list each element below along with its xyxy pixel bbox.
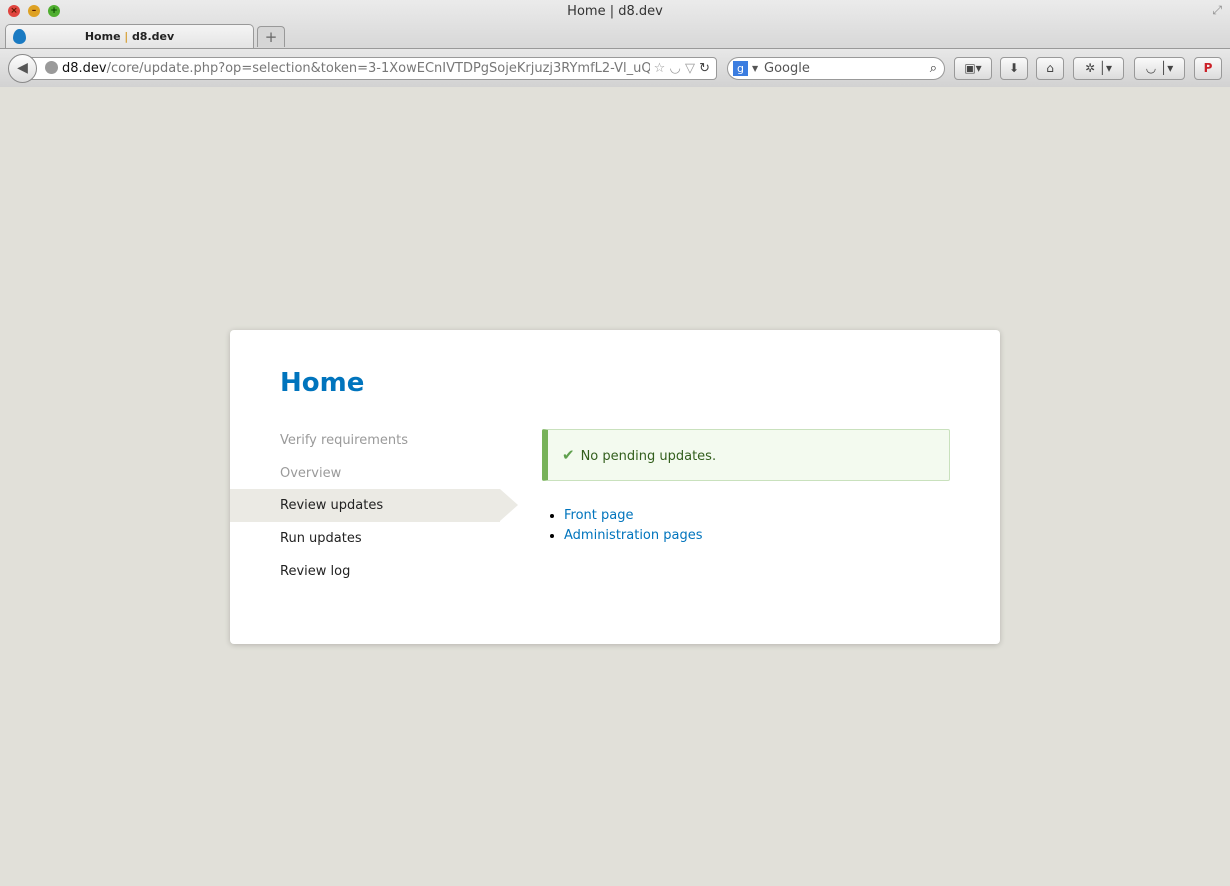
- step-review-log: Review log: [280, 564, 351, 579]
- reload-icon[interactable]: ↻: [699, 61, 710, 76]
- back-button[interactable]: ◀: [8, 54, 37, 83]
- status-message-text: No pending updates.: [580, 449, 717, 464]
- list-item: Administration pages: [564, 526, 703, 546]
- fullscreen-icon[interactable]: ⤢: [1212, 3, 1222, 18]
- navigation-toolbar: ◀ d8.dev/core/update.php?op=selection&to…: [0, 48, 1230, 87]
- google-icon[interactable]: g: [733, 61, 748, 76]
- downloads-button[interactable]: ⬇: [1000, 57, 1028, 80]
- step-verify-requirements: Verify requirements: [280, 433, 409, 448]
- update-card: Home Verify requirements Overview Review…: [230, 330, 1000, 644]
- tab-title-separator: |: [124, 30, 129, 43]
- history-dropdown-icon[interactable]: ▽: [685, 61, 695, 76]
- search-icon[interactable]: ⌕: [930, 58, 937, 79]
- url-bar[interactable]: d8.dev/core/update.php?op=selection&toke…: [30, 57, 717, 80]
- search-input[interactable]: g ▼ Google ⌕: [727, 57, 945, 80]
- chevron-down-icon[interactable]: ▼: [752, 58, 758, 79]
- checkmark-icon: ✔: [562, 446, 575, 464]
- new-tab-button[interactable]: +: [257, 26, 285, 47]
- url-domain: d8.dev: [62, 61, 107, 76]
- globe-icon: [45, 61, 58, 74]
- tab-title-site: d8.dev: [131, 30, 175, 43]
- search-placeholder: Google: [764, 61, 810, 76]
- list-item: Front page: [564, 506, 703, 526]
- firebug-button[interactable]: ✲ │▾: [1073, 57, 1124, 80]
- pocket-button[interactable]: ◡ │▾: [1134, 57, 1185, 80]
- browser-chrome: × – + Home | d8.dev ⤢ Home | d8.dev + ◀ …: [0, 0, 1230, 87]
- tab-title: Home: [84, 30, 121, 43]
- home-button[interactable]: ⌂: [1036, 57, 1064, 80]
- administration-pages-link[interactable]: Administration pages: [564, 528, 703, 543]
- status-message: ✔ No pending updates.: [542, 429, 950, 481]
- window-title: Home | d8.dev: [567, 4, 663, 19]
- page-title: Home: [280, 368, 365, 398]
- step-overview: Overview: [280, 466, 342, 481]
- pocket-icon[interactable]: ◡: [669, 61, 680, 76]
- pinterest-button[interactable]: P: [1194, 57, 1222, 80]
- tab-home[interactable]: Home | d8.dev: [5, 24, 254, 48]
- bookmarks-button[interactable]: ▣▾: [954, 57, 992, 80]
- url-path: /core/update.php?op=selection&token=3-1X…: [106, 61, 689, 76]
- step-run-updates: Run updates: [280, 531, 362, 546]
- step-review-updates: Review updates: [230, 489, 518, 522]
- front-page-link[interactable]: Front page: [564, 508, 633, 523]
- links-list: Front page Administration pages: [564, 506, 703, 546]
- bookmark-star-icon[interactable]: ☆: [654, 61, 666, 76]
